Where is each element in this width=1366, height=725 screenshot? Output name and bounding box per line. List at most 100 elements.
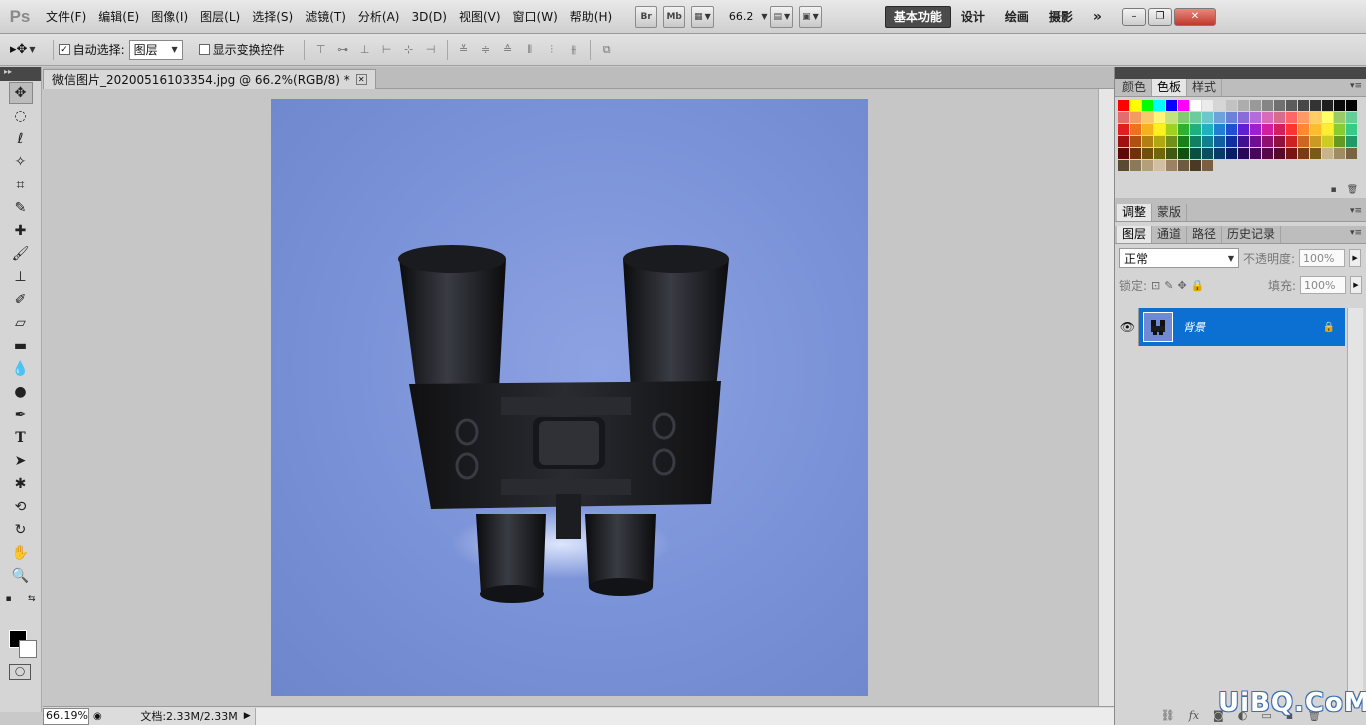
- document-tab[interactable]: 微信图片_20200516103354.jpg @ 66.2%(RGB/8) *…: [43, 69, 376, 89]
- delete-swatch-icon[interactable]: 🗑: [1347, 185, 1358, 195]
- tab-color[interactable]: 颜色: [1117, 79, 1153, 96]
- swatch-cell[interactable]: [1262, 112, 1273, 123]
- swatch-cell[interactable]: [1178, 100, 1189, 111]
- swatch-cell[interactable]: [1286, 136, 1297, 147]
- swatch-cell[interactable]: [1166, 112, 1177, 123]
- zoom-field[interactable]: 66.19%: [43, 707, 89, 725]
- swatch-cell[interactable]: [1250, 124, 1261, 135]
- swatch-cell[interactable]: [1334, 124, 1345, 135]
- status-menu-icon[interactable]: ▶: [244, 711, 251, 721]
- swatch-cell[interactable]: [1286, 112, 1297, 123]
- fill-field[interactable]: 100%: [1300, 276, 1346, 294]
- blend-mode-select[interactable]: 正常 ▼: [1119, 248, 1239, 268]
- swatch-cell[interactable]: [1250, 112, 1261, 123]
- swatch-cell[interactable]: [1238, 124, 1249, 135]
- menu-image[interactable]: 图像(I): [145, 8, 194, 25]
- quick-mask-icon[interactable]: ◯: [9, 664, 31, 680]
- swatch-cell[interactable]: [1130, 136, 1141, 147]
- align-left-icon[interactable]: ⊢: [378, 42, 396, 58]
- swatch-cell[interactable]: [1310, 124, 1321, 135]
- lock-paint-icon[interactable]: ✎: [1164, 279, 1173, 292]
- swatch-cell[interactable]: [1310, 136, 1321, 147]
- swatch-cell[interactable]: [1190, 100, 1201, 111]
- link-layers-icon[interactable]: ⛓: [1161, 709, 1175, 722]
- healing-brush-tool-icon[interactable]: ✚: [9, 220, 33, 242]
- tab-layers[interactable]: 图层: [1117, 226, 1153, 243]
- swatch-cell[interactable]: [1214, 124, 1225, 135]
- swatch-cell[interactable]: [1166, 136, 1177, 147]
- swatch-cell[interactable]: [1346, 100, 1357, 111]
- swatch-cell[interactable]: [1214, 100, 1225, 111]
- eraser-tool-icon[interactable]: ▱: [9, 312, 33, 334]
- lock-all-icon[interactable]: 🔒: [1191, 279, 1205, 292]
- swatch-cell[interactable]: [1166, 100, 1177, 111]
- lock-transparent-icon[interactable]: ⊡: [1151, 279, 1160, 292]
- swatch-cell[interactable]: [1178, 112, 1189, 123]
- swatch-cell[interactable]: [1214, 148, 1225, 159]
- chevron-down-icon[interactable]: ▼: [29, 45, 35, 54]
- close-button[interactable]: ✕: [1173, 7, 1216, 26]
- layer-thumbnail[interactable]: [1143, 312, 1173, 342]
- panel-menu-icon[interactable]: ▾≡: [1350, 81, 1362, 91]
- swatch-cell[interactable]: [1178, 136, 1189, 147]
- swatch-cell[interactable]: [1154, 148, 1165, 159]
- swatch-cell[interactable]: [1214, 136, 1225, 147]
- history-brush-tool-icon[interactable]: ✐: [9, 289, 33, 311]
- tab-styles[interactable]: 样式: [1187, 79, 1223, 96]
- lasso-tool-icon[interactable]: ℓ: [9, 128, 33, 150]
- swatch-cell[interactable]: [1274, 124, 1285, 135]
- swatch-cell[interactable]: [1286, 100, 1297, 111]
- gradient-tool-icon[interactable]: ▬: [9, 335, 33, 357]
- swatch-cell[interactable]: [1178, 124, 1189, 135]
- swatch-cell[interactable]: [1190, 136, 1201, 147]
- distribute-bottom-icon[interactable]: ≙: [499, 42, 517, 58]
- panel-menu-icon[interactable]: ▾≡: [1350, 206, 1362, 216]
- swatch-cell[interactable]: [1202, 100, 1213, 111]
- swatch-cell[interactable]: [1262, 100, 1273, 111]
- move-tool-preset-icon[interactable]: ▸✥: [10, 42, 27, 57]
- zoom-tool-icon[interactable]: 🔍: [9, 565, 33, 587]
- menu-filter[interactable]: 滤镜(T): [299, 8, 352, 25]
- tab-paths[interactable]: 路径: [1187, 226, 1223, 243]
- swatch-cell[interactable]: [1118, 136, 1129, 147]
- align-hcenter-icon[interactable]: ⊹: [400, 42, 418, 58]
- swatch-cell[interactable]: [1166, 160, 1177, 171]
- clone-stamp-tool-icon[interactable]: ⊥: [9, 266, 33, 288]
- swatch-cell[interactable]: [1250, 148, 1261, 159]
- swatch-cell[interactable]: [1298, 112, 1309, 123]
- extras-button[interactable]: ▦ ▼: [691, 5, 714, 28]
- tools-panel-header[interactable]: ▸▸: [0, 67, 41, 81]
- swatch-cell[interactable]: [1190, 148, 1201, 159]
- pen-tool-icon[interactable]: ✒: [9, 404, 33, 426]
- swatch-cell[interactable]: [1334, 100, 1345, 111]
- swatch-cell[interactable]: [1190, 160, 1201, 171]
- swatch-cell[interactable]: [1118, 100, 1129, 111]
- fill-slider-toggle[interactable]: ▶: [1350, 276, 1362, 294]
- 3d-orbit-tool-icon[interactable]: ↻: [9, 519, 33, 541]
- menu-file[interactable]: 文件(F): [40, 8, 92, 25]
- swatch-cell[interactable]: [1262, 124, 1273, 135]
- swatch-cell[interactable]: [1274, 112, 1285, 123]
- swatch-cell[interactable]: [1178, 160, 1189, 171]
- dodge-tool-icon[interactable]: ●: [9, 381, 33, 403]
- show-transform-checkbox[interactable]: [198, 44, 210, 55]
- swatch-cell[interactable]: [1346, 112, 1357, 123]
- align-top-icon[interactable]: ⊤: [312, 42, 330, 58]
- swatch-cell[interactable]: [1130, 160, 1141, 171]
- swatch-cell[interactable]: [1130, 112, 1141, 123]
- swatch-cell[interactable]: [1322, 112, 1333, 123]
- zoom-level-select[interactable]: 66.2: [729, 10, 754, 23]
- swatch-cell[interactable]: [1298, 148, 1309, 159]
- swatch-cell[interactable]: [1202, 136, 1213, 147]
- mini-bridge-button[interactable]: Mb: [663, 5, 686, 28]
- swatch-cell[interactable]: [1334, 136, 1345, 147]
- background-color-swatch[interactable]: [19, 640, 37, 658]
- swatch-cell[interactable]: [1346, 124, 1357, 135]
- canvas-horizontal-scrollbar[interactable]: [254, 707, 1114, 725]
- workspace-painting[interactable]: 绘画: [995, 8, 1039, 25]
- swatch-cell[interactable]: [1274, 148, 1285, 159]
- swatch-cell[interactable]: [1142, 136, 1153, 147]
- crop-tool-icon[interactable]: ⌗: [9, 174, 33, 196]
- path-select-tool-icon[interactable]: ➤: [9, 450, 33, 472]
- auto-align-icon[interactable]: ⧉: [598, 42, 616, 58]
